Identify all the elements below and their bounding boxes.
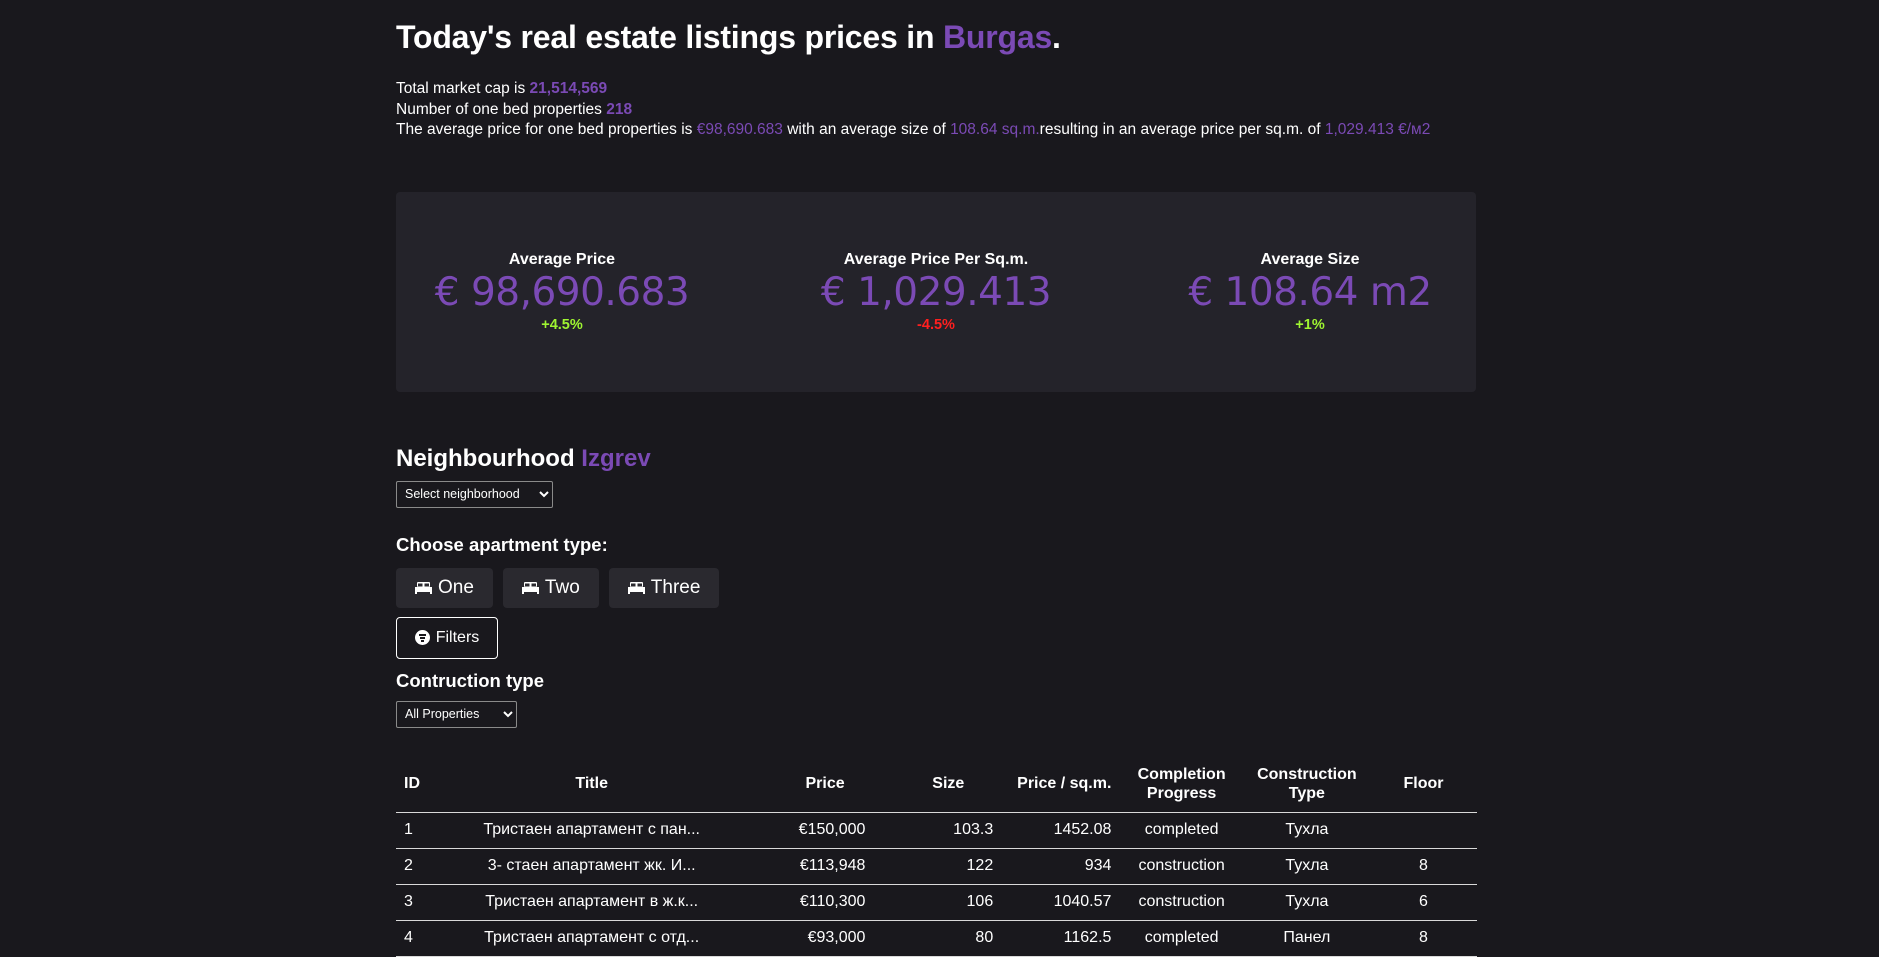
page-title: Today's real estate listings prices in B…	[396, 18, 1476, 56]
column-header-construction[interactable]: Construction Type	[1243, 754, 1370, 813]
cell-id: 4	[396, 920, 459, 957]
table-header-row: ID Title Price Size Price / sq.m. Comple…	[396, 754, 1477, 813]
stat-change: -4.5%	[917, 316, 955, 333]
average-size-value: 108.64 sq.m.	[950, 121, 1040, 138]
market-cap-value: 21,514,569	[529, 80, 608, 97]
cell-floor: 8	[1369, 920, 1477, 957]
filters-button[interactable]: Filters	[396, 616, 498, 659]
cell-title: Тристаен апартамент в ж.к...	[458, 884, 725, 921]
cell-construction: Тухла	[1243, 884, 1370, 921]
column-header-title[interactable]: Title	[458, 754, 725, 813]
cell-construction: Тухла	[1243, 848, 1370, 885]
stat-value: € 98,690.683	[434, 269, 690, 315]
apartment-type-two-button[interactable]: Two	[502, 567, 599, 608]
property-count-label: Number of one bed properties	[396, 100, 607, 118]
neighbourhood-heading: Neighbourhood Izgrev	[396, 444, 1476, 474]
cell-construction: Панел	[1243, 920, 1370, 957]
cell-completion: construction	[1119, 884, 1244, 921]
construction-type-select[interactable]: All Properties	[396, 700, 517, 728]
average-text-1: The average price for one bed properties…	[396, 121, 697, 138]
neighbourhood-value: Izgrev	[581, 444, 651, 472]
cell-floor: 6	[1369, 884, 1477, 921]
stat-label: Average Size	[1260, 250, 1360, 268]
stat-value: € 1,029.413	[820, 269, 1052, 315]
average-text-3: resulting in an average price per sq.m. …	[1039, 121, 1325, 138]
average-text-2: with an average size of	[782, 121, 951, 138]
cell-completion: completed	[1119, 920, 1244, 957]
cell-floor: 8	[1369, 848, 1477, 885]
apartment-type-three-button[interactable]: Three	[608, 567, 720, 608]
stat-label: Average Price	[508, 250, 616, 268]
column-header-floor[interactable]: Floor	[1369, 754, 1477, 813]
market-summary: Total market cap is 21,514,569 Number of…	[396, 79, 1476, 141]
cell-size: 122	[873, 848, 1002, 885]
cell-size: 80	[873, 920, 1002, 957]
apartment-type-one-button[interactable]: One	[396, 567, 493, 608]
cell-completion: construction	[1119, 848, 1244, 885]
apartment-type-label: Three	[650, 576, 701, 598]
page-content: Today's real estate listings prices in B…	[396, 0, 1477, 957]
property-count-line: Number of one bed properties 218	[396, 100, 1476, 121]
stats-panel: Average Price € 98,690.683 +4.5% Average…	[396, 191, 1476, 392]
title-suffix: .	[1052, 19, 1061, 55]
neighborhood-select[interactable]: Select neighborhood	[396, 480, 553, 508]
column-header-completion[interactable]: Completion Progress	[1119, 754, 1244, 813]
stat-change: +1%	[1295, 316, 1325, 333]
table-row[interactable]: 2 3- стаен апартамент жк. И... €113,948 …	[396, 848, 1477, 885]
apartment-type-buttons: One Two Three	[396, 567, 1476, 608]
cell-floor	[1369, 812, 1477, 849]
stat-average-price: Average Price € 98,690.683 +4.5%	[432, 251, 692, 333]
stat-value: € 108.64 m2	[1188, 269, 1432, 315]
cell-title: Тристаен апартамент с отд...	[458, 920, 725, 957]
stat-label: Average Price Per Sq.m.	[843, 250, 1029, 268]
column-header-id[interactable]: ID	[396, 754, 459, 813]
cell-construction: Тухла	[1243, 812, 1370, 849]
column-header-size[interactable]: Size	[873, 754, 1002, 813]
city-name: Burgas	[942, 19, 1053, 55]
filter-icon	[414, 630, 430, 645]
average-price-value: €98,690.683	[696, 121, 783, 138]
table-row[interactable]: 1 Тристаен апартамент с пан... €150,000 …	[396, 812, 1477, 849]
cell-title: Тристаен апартамент с пан...	[458, 812, 725, 849]
stat-average-size: Average Size € 108.64 m2 +1%	[1180, 251, 1440, 333]
neighbourhood-label: Neighbourhood	[396, 444, 582, 472]
cell-id: 1	[396, 812, 459, 849]
cell-price: €93,000	[724, 920, 874, 957]
bed-icon	[521, 581, 539, 594]
filters-label: Filters	[435, 628, 480, 646]
average-line: The average price for one bed properties…	[396, 120, 1476, 141]
cell-price: €110,300	[724, 884, 874, 921]
stat-change: +4.5%	[541, 316, 583, 333]
column-header-price[interactable]: Price	[724, 754, 874, 813]
listings-table: ID Title Price Size Price / sq.m. Comple…	[396, 754, 1477, 957]
cell-id: 3	[396, 884, 459, 921]
cell-size: 103.3	[873, 812, 1002, 849]
property-count-value: 218	[606, 100, 633, 118]
cell-price-sqm: 934	[1001, 848, 1120, 885]
cell-price: €113,948	[724, 848, 874, 885]
cell-price-sqm: 1162.5	[1001, 920, 1120, 957]
apartment-type-label: One	[438, 576, 474, 598]
table-row[interactable]: 4 Тристаен апартамент с отд... €93,000 8…	[396, 920, 1477, 957]
table-row[interactable]: 3 Тристаен апартамент в ж.к... €110,300 …	[396, 884, 1477, 921]
cell-price-sqm: 1040.57	[1001, 884, 1120, 921]
cell-completion: completed	[1119, 812, 1244, 849]
title-prefix: Today's real estate listings prices in	[396, 19, 943, 55]
apartment-type-label: Two	[544, 576, 580, 598]
market-cap-label: Total market cap is	[396, 80, 530, 97]
bed-icon	[415, 581, 432, 594]
average-ppsqm-value: 1,029.413 €/м2	[1324, 121, 1431, 138]
bed-icon	[627, 581, 645, 594]
cell-price-sqm: 1452.08	[1001, 812, 1120, 849]
cell-title: 3- стаен апартамент жк. И...	[458, 848, 725, 885]
cell-id: 2	[396, 848, 459, 885]
market-cap-line: Total market cap is 21,514,569	[396, 79, 1476, 100]
apartment-type-label: Choose apartment type:	[396, 533, 608, 555]
construction-type-label: Contruction type	[396, 669, 544, 691]
cell-price: €150,000	[724, 812, 874, 849]
column-header-price-sqm[interactable]: Price / sq.m.	[1001, 754, 1120, 813]
cell-size: 106	[873, 884, 1002, 921]
stat-average-price-per-sqm: Average Price Per Sq.m. € 1,029.413 -4.5…	[806, 251, 1066, 333]
